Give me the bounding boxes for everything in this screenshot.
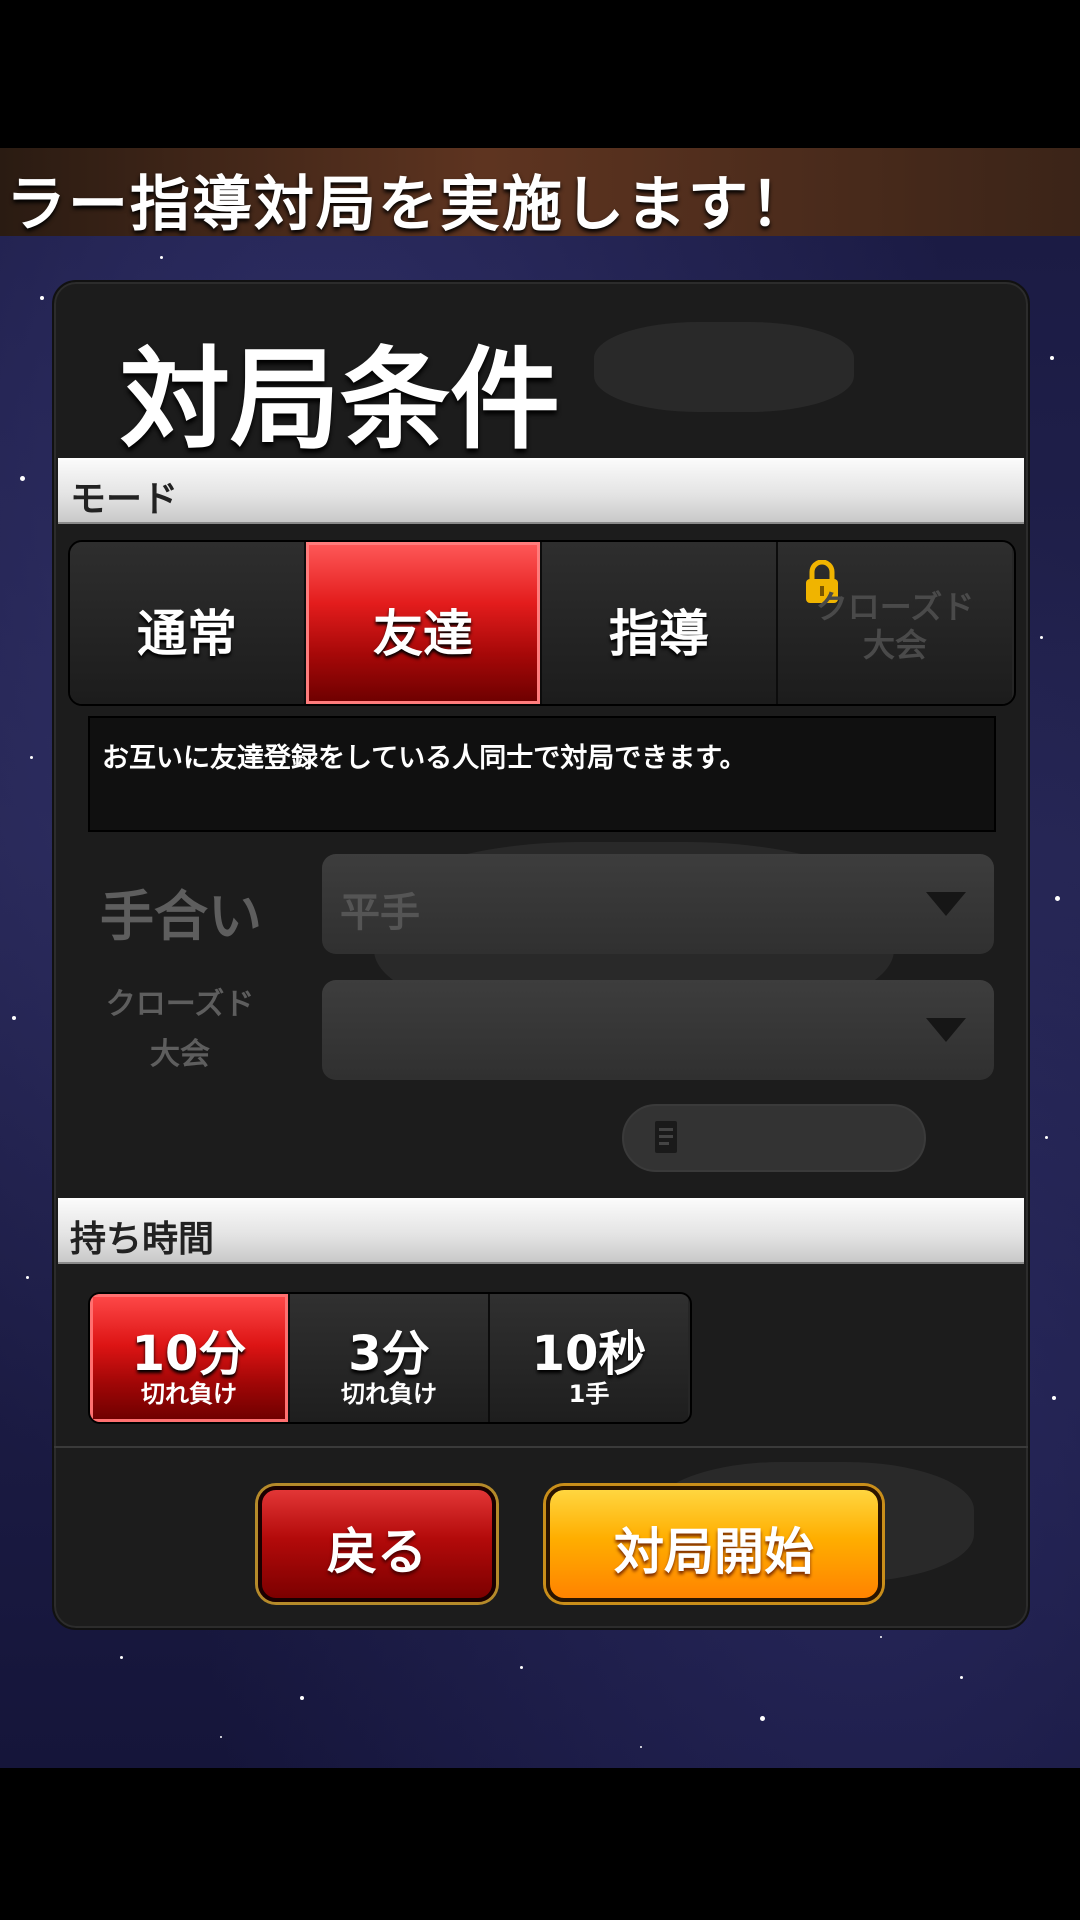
mode-closed-tournament-label: クローズド 大会 <box>815 588 975 664</box>
time-3min-button[interactable]: 3分 切れ負け <box>290 1294 490 1422</box>
mode-selector: 通常 友達 指導 クローズド 大会 <box>68 540 1016 706</box>
top-black-bar <box>0 0 1080 148</box>
mode-section-label: モード <box>70 479 179 520</box>
handicap-value: 平手 <box>340 890 420 936</box>
handicap-select[interactable]: 平手 <box>322 854 994 954</box>
back-button[interactable]: 戻る <box>258 1486 496 1602</box>
mode-description: お互いに友達登録をしている人同士で対局できます。 <box>102 743 747 774</box>
time-selector: 10分 切れ負け 3分 切れ負け 10秒 1手 <box>88 1292 692 1424</box>
banner-text: ラー指導対局を実施します！ <box>6 170 812 236</box>
mode-section-header: モード <box>58 458 1024 524</box>
mode-normal-label: 通常 <box>137 605 237 663</box>
chevron-down-icon <box>926 1018 966 1042</box>
closed-tournament-select[interactable] <box>322 980 994 1080</box>
mode-friend-label: 友達 <box>373 605 473 663</box>
mode-normal-button[interactable]: 通常 <box>70 542 306 704</box>
tournament-id-input[interactable] <box>622 1104 926 1172</box>
mode-teaching-label: 指導 <box>609 605 709 663</box>
time-10min-sub: 切れ負け <box>141 1380 237 1408</box>
time-10min-button[interactable]: 10分 切れ負け <box>90 1294 290 1422</box>
announcement-banner: ラー指導対局を実施します！ <box>0 148 1080 236</box>
time-10sec-sub: 1手 <box>568 1380 610 1408</box>
page-title: 対局条件 <box>120 336 560 464</box>
mode-friend-button[interactable]: 友達 <box>306 542 542 704</box>
time-10sec-button[interactable]: 10秒 1手 <box>490 1294 688 1422</box>
closed-tournament-label: クローズド 大会 <box>105 987 255 1072</box>
mode-description-box: お互いに友達登録をしている人同士で対局できます。 <box>88 716 996 832</box>
chevron-down-icon <box>926 892 966 916</box>
start-match-button-label: 対局開始 <box>614 1523 814 1581</box>
mode-teaching-button[interactable]: 指導 <box>542 542 778 704</box>
footer-divider <box>54 1446 1028 1448</box>
back-button-label: 戻る <box>327 1523 427 1581</box>
mode-closed-tournament-button[interactable]: クローズド 大会 <box>778 542 1012 704</box>
match-conditions-panel: 対局条件 モード 通常 友達 指導 クローズド 大会 お互いに友達登録をしている… <box>52 280 1030 1630</box>
time-3min-sub: 切れ負け <box>341 1380 437 1408</box>
time-section-label: 持ち時間 <box>70 1219 215 1260</box>
note-icon <box>655 1121 677 1153</box>
time-section-header: 持ち時間 <box>58 1198 1024 1264</box>
handicap-label: 手合い <box>100 885 262 948</box>
start-match-button[interactable]: 対局開始 <box>546 1486 882 1602</box>
bottom-black-bar <box>0 1768 1080 1920</box>
